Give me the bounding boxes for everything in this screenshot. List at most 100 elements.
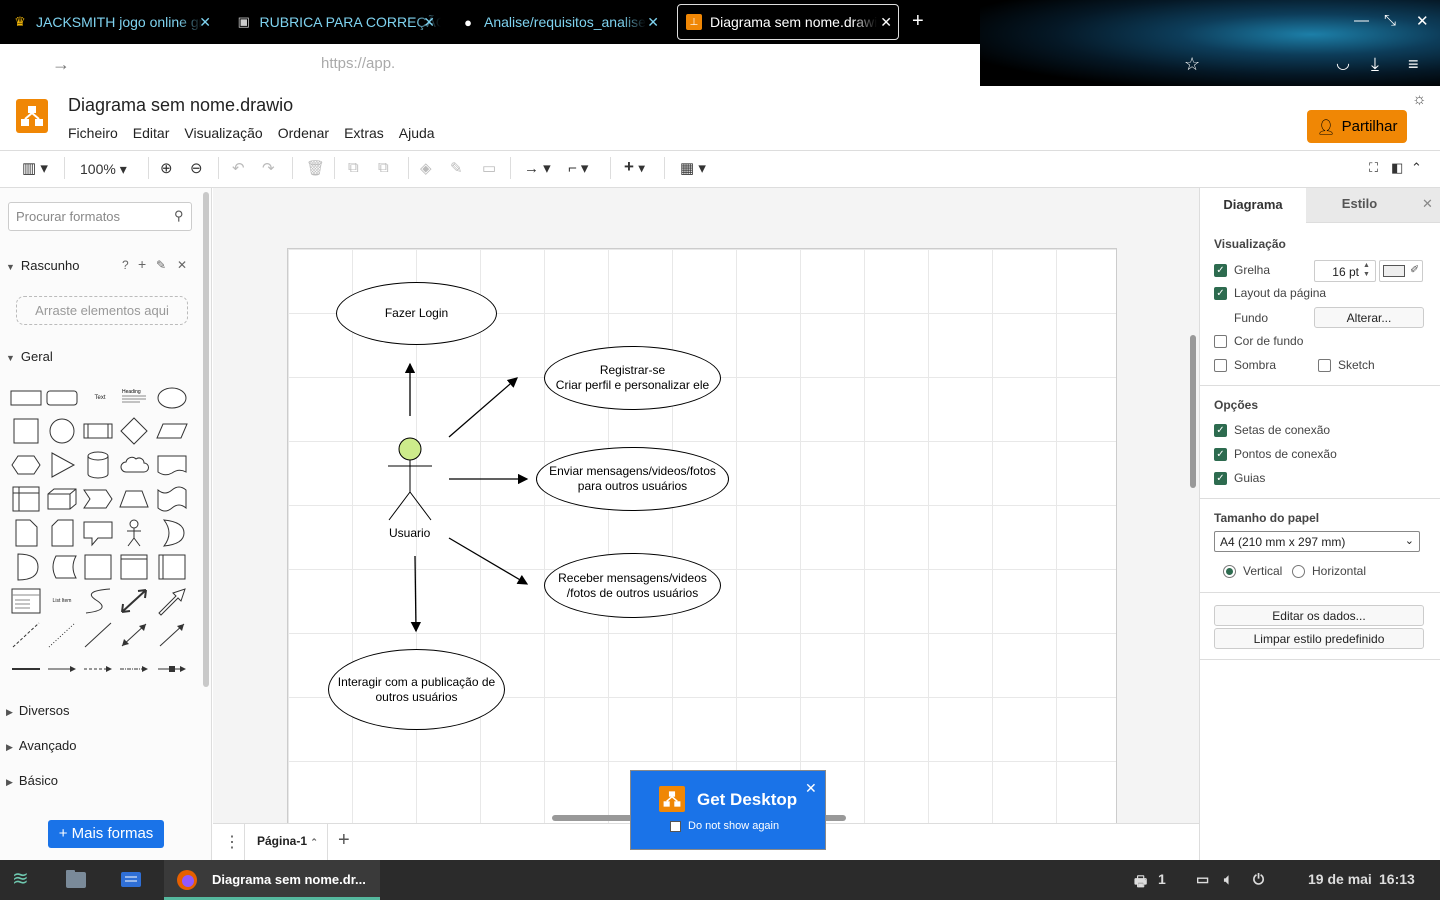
reload-icon[interactable]: ↻: [88, 54, 103, 74]
trapezoid-shape[interactable]: [118, 484, 150, 514]
date-display[interactable]: 19 de mai: [1308, 871, 1372, 887]
table-icon[interactable]: ▦ ▾: [680, 159, 706, 177]
and-shape[interactable]: [10, 552, 42, 582]
hamburger-menu-icon[interactable]: ≡: [1408, 54, 1419, 74]
misc-section-header[interactable]: ▶ Diversos: [6, 703, 70, 718]
square-shape[interactable]: [10, 416, 42, 446]
vertical-container-shape[interactable]: [156, 552, 188, 582]
to-front-icon[interactable]: ⧉: [348, 159, 359, 176]
callout-shape[interactable]: [82, 518, 114, 548]
paper-size-select[interactable]: A4 (210 mm x 297 mm) ⌄: [1214, 531, 1420, 552]
step-shape[interactable]: [82, 484, 114, 514]
data-storage-shape[interactable]: [46, 552, 78, 582]
connection-arrows-checkbox[interactable]: ✓ Setas de conexão: [1214, 423, 1330, 437]
bidirectional-arrow-shape[interactable]: [118, 586, 150, 616]
actor-label[interactable]: Usuario: [389, 526, 430, 540]
use-case-receive-messages[interactable]: Receber mensagens/videos /fotos de outro…: [544, 553, 721, 618]
sidebar-scrollbar[interactable]: [203, 192, 209, 687]
restore-icon[interactable]: ⤡: [1384, 12, 1396, 29]
text-shape[interactable]: Text: [84, 383, 116, 413]
browser-tab-rubrica[interactable]: ▣ RUBRICA PARA CORREÇÃO ✕: [236, 4, 441, 40]
forward-icon[interactable]: →: [52, 54, 70, 74]
dashed-line-shape[interactable]: [10, 620, 42, 650]
document-title[interactable]: Diagrama sem nome.drawio: [68, 95, 293, 116]
list-item-shape[interactable]: List Item: [46, 586, 78, 616]
edit-pencil-icon[interactable]: ✎: [156, 258, 166, 272]
close-tab-icon[interactable]: ✕: [647, 14, 659, 31]
arrow-connector-shape[interactable]: [46, 654, 78, 684]
printer-icon[interactable]: 🖶︎: [1134, 871, 1147, 895]
url-bar[interactable]: https://app.diagrams.net: [321, 55, 482, 72]
scratchpad-header[interactable]: ▼ Rascunho: [6, 258, 79, 273]
tab-diagram[interactable]: Diagrama: [1200, 188, 1306, 223]
menu-ajuda[interactable]: Ajuda: [399, 125, 435, 141]
container-shape[interactable]: [82, 552, 114, 582]
curve-shape[interactable]: [82, 586, 114, 616]
to-back-icon[interactable]: ⧉: [378, 159, 389, 176]
files-icon[interactable]: [65, 869, 89, 891]
note-shape[interactable]: [10, 518, 42, 548]
parallelogram-shape[interactable]: [156, 416, 188, 446]
menu-visualizacao[interactable]: Visualização: [184, 125, 262, 141]
back-icon[interactable]: ←: [14, 54, 32, 74]
use-case-send-messages[interactable]: Enviar mensagens/videos/fotos para outro…: [536, 447, 729, 511]
more-shapes-button[interactable]: + Mais formas: [48, 820, 164, 848]
close-tab-icon[interactable]: ✕: [880, 14, 892, 31]
search-icon[interactable]: ⚲: [174, 208, 184, 224]
download-icon[interactable]: ⤓: [1371, 54, 1379, 74]
lock-icon[interactable]: 🔒︎: [266, 54, 275, 74]
view-panels-icon[interactable]: ▥ ▾: [22, 159, 48, 177]
scratchpad-drop-zone[interactable]: Arraste elementos aqui: [16, 296, 188, 325]
redo-icon[interactable]: ↷: [262, 159, 275, 177]
page-tab-1[interactable]: Página-1 ⌃: [244, 824, 328, 860]
taskbar-window-label[interactable]: Diagrama sem nome.dr...: [212, 872, 366, 887]
software-store-icon[interactable]: [120, 869, 144, 891]
arrow-shape[interactable]: [156, 586, 188, 616]
shield-icon[interactable]: ⛉: [238, 54, 250, 74]
cloud-shape[interactable]: [118, 450, 150, 480]
clear-default-style-button[interactable]: Limpar estilo predefinido: [1214, 628, 1424, 649]
browser-tab-github[interactable]: ● Analise/requisitos_analise ✕: [460, 4, 665, 40]
waypoints-icon[interactable]: ⌐ ▾: [568, 159, 588, 177]
hexagon-shape[interactable]: [10, 450, 42, 480]
grid-color-button[interactable]: ✐: [1379, 260, 1423, 282]
diamond-shape[interactable]: [118, 416, 150, 446]
use-case-interact[interactable]: Interagir com a publicação de outros usu…: [328, 649, 505, 730]
cylinder-shape[interactable]: [82, 450, 114, 480]
line-shape[interactable]: [82, 620, 114, 650]
search-shapes-input[interactable]: Procurar formatos: [8, 202, 192, 231]
close-icon[interactable]: ✕: [177, 258, 187, 272]
dotted-arrow-shape[interactable]: [118, 654, 150, 684]
grid-size-stepper[interactable]: ▲ ▼: [1363, 261, 1370, 279]
shadow-icon[interactable]: ▭: [482, 159, 496, 177]
menu-ordenar[interactable]: Ordenar: [278, 125, 329, 141]
menu-editar[interactable]: Editar: [133, 125, 170, 141]
document-shape[interactable]: [156, 450, 188, 480]
link-shape[interactable]: [10, 654, 42, 684]
page-layout-checkbox[interactable]: ✓ Layout da página: [1214, 286, 1326, 300]
power-icon[interactable]: ⏻: [1253, 871, 1264, 888]
format-panel-icon[interactable]: ◧: [1391, 160, 1403, 176]
directional-connector-shape[interactable]: [156, 620, 188, 650]
pages-menu-icon[interactable]: ⋮: [224, 832, 240, 852]
close-tab-icon[interactable]: ✕: [423, 14, 435, 31]
textbox-shape[interactable]: Heading: [118, 383, 150, 413]
pocket-icon[interactable]: ◡: [1336, 54, 1350, 74]
connection-style-icon[interactable]: → ▾: [524, 159, 551, 177]
rounded-rectangle-shape[interactable]: [46, 383, 78, 413]
landscape-radio[interactable]: Horizontal: [1292, 564, 1366, 578]
tape-shape[interactable]: [156, 484, 188, 514]
bookmark-star-icon[interactable]: ☆: [1184, 54, 1200, 74]
zoom-in-icon[interactable]: ⊕: [160, 159, 173, 177]
zoom-select[interactable]: 100% ▾: [80, 161, 127, 178]
edit-data-button[interactable]: Editar os dados...: [1214, 605, 1424, 626]
internal-storage-shape[interactable]: [10, 484, 42, 514]
process-shape[interactable]: [82, 416, 114, 446]
menu-ficheiro[interactable]: Ficheiro: [68, 125, 118, 141]
portrait-radio[interactable]: Vertical: [1223, 564, 1282, 578]
advanced-section-header[interactable]: ▶ Avançado: [6, 738, 77, 753]
help-icon[interactable]: ?: [122, 258, 129, 272]
shadow-checkbox[interactable]: Sombra: [1214, 358, 1276, 372]
add-icon[interactable]: +: [138, 256, 146, 272]
bidirectional-connector-shape[interactable]: [118, 620, 150, 650]
